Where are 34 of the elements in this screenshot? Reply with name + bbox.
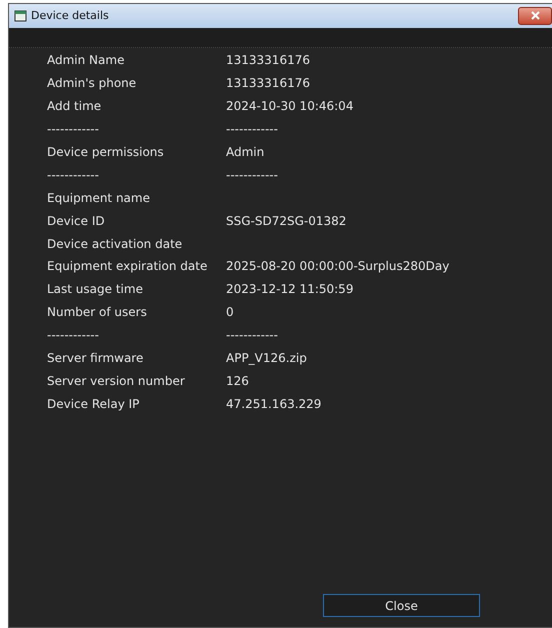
field-value: ------------ [226,327,278,344]
field-value: ------------ [226,166,278,184]
field-label: Device ID [47,212,106,230]
field-value: 13133316176 [226,52,310,70]
field-label: Device Relay IP [47,396,140,413]
close-button[interactable]: Close [323,594,480,617]
field-value: Admin [226,144,264,161]
field-label: Server version number [47,372,186,390]
window-title: Device details [31,8,109,24]
field-value: SSG-SD72SG-01382 [226,212,346,230]
field-label: Device activation date [47,236,184,253]
field-label: Number of users [47,304,148,322]
field-label: ------------ [47,327,100,344]
field-value: 2024-10-30 10:46:04 [226,98,354,116]
field-value: ------------ [226,121,278,138]
field-label: ------------ [47,166,100,184]
field-label: Add time [47,98,102,116]
field-label: Equipment name [47,190,151,207]
field-value: 13133316176 [226,75,310,92]
field-value: 2023-12-12 11:50:59 [226,281,354,298]
field-label: Server firmware [47,350,144,368]
field-value: 2025-08-20 00:00:00-Surplus280Day [226,258,450,276]
field-label: Last usage time [47,281,144,298]
field-label: Admin Name [47,52,126,70]
field-value: APP_V126.zip [226,350,307,368]
field-value: 47.251.163.229 [226,396,322,413]
field-label: ------------ [47,121,100,138]
field-label: Equipment expiration date [47,258,208,276]
close-icon[interactable] [518,7,552,25]
field-value: 0 [226,304,234,322]
field-label: Admin's phone [47,75,138,92]
field-value: 126 [226,372,249,390]
field-label: Device permissions [47,144,165,161]
window-icon [14,10,27,22]
